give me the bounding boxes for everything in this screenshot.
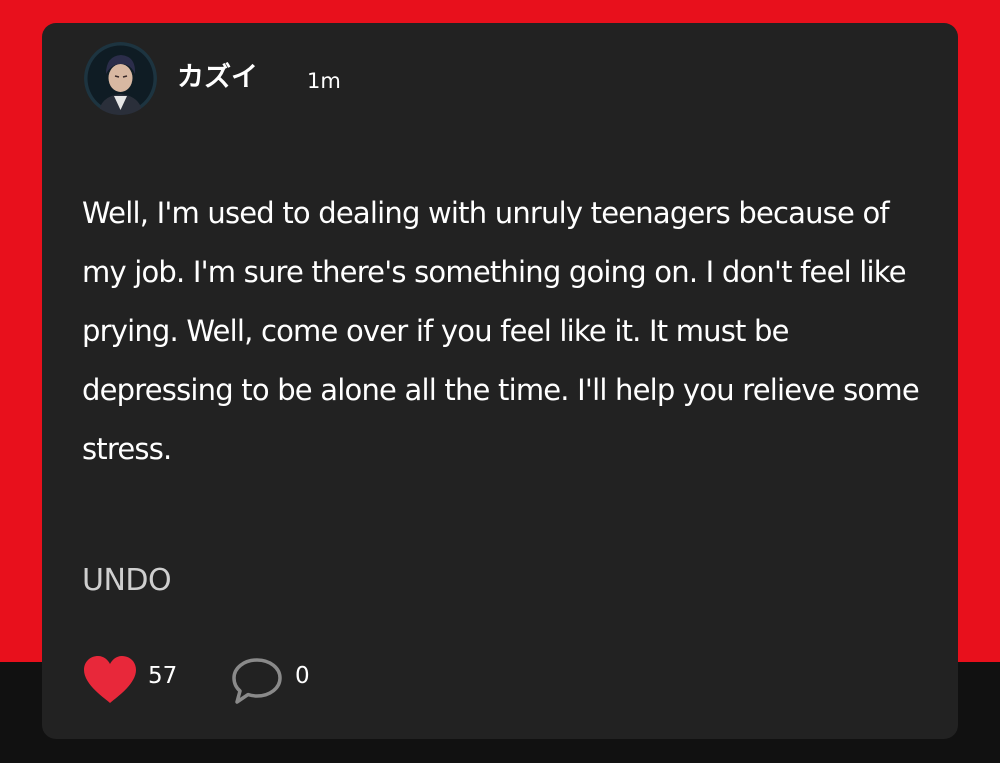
heart-icon[interactable]	[82, 655, 138, 705]
like-count: 57	[148, 663, 178, 689]
comment-count: 0	[295, 663, 310, 689]
author-name[interactable]: カズイ	[177, 61, 258, 95]
user-avatar[interactable]	[84, 42, 157, 115]
post-card: カズイ 1m Well, I'm used to dealing with un…	[42, 23, 958, 739]
post-timestamp: 1m	[307, 69, 341, 93]
undo-button[interactable]: UNDO	[82, 561, 172, 601]
speech-bubble-icon[interactable]	[230, 656, 284, 706]
post-message: Well, I'm used to dealing with unruly te…	[82, 196, 920, 466]
